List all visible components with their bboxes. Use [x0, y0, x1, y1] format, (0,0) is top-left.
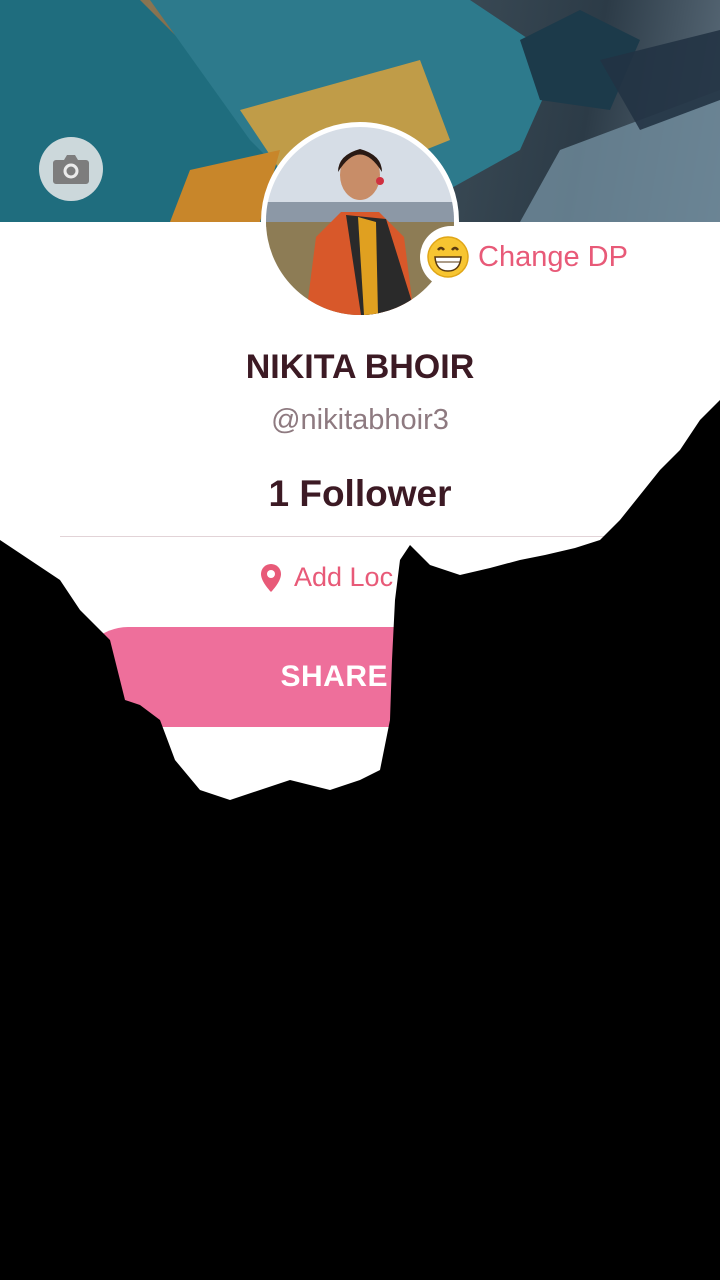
profile-handle: @nikitabhoir3 [271, 404, 449, 436]
profile-name: NIKITA BHOIR [245, 348, 475, 386]
grinning-face-icon [427, 236, 469, 278]
change-dp-label: Change DP [478, 240, 628, 273]
add-location-button[interactable]: Add Loc [260, 562, 393, 593]
divider [60, 536, 660, 537]
add-location-label: Add Loc [294, 562, 394, 592]
follower-count[interactable]: 1 Follower [0, 473, 720, 515]
avatar-image [266, 127, 454, 315]
share-profile-label: SHARE PR [280, 660, 440, 693]
location-pin-icon [261, 563, 281, 592]
camera-icon [53, 155, 89, 184]
share-profile-button[interactable]: SHARE PR [78, 627, 642, 727]
profile-avatar[interactable] [261, 122, 459, 320]
change-cover-button[interactable] [39, 137, 103, 201]
change-dp-button[interactable]: Change DP [420, 226, 650, 288]
